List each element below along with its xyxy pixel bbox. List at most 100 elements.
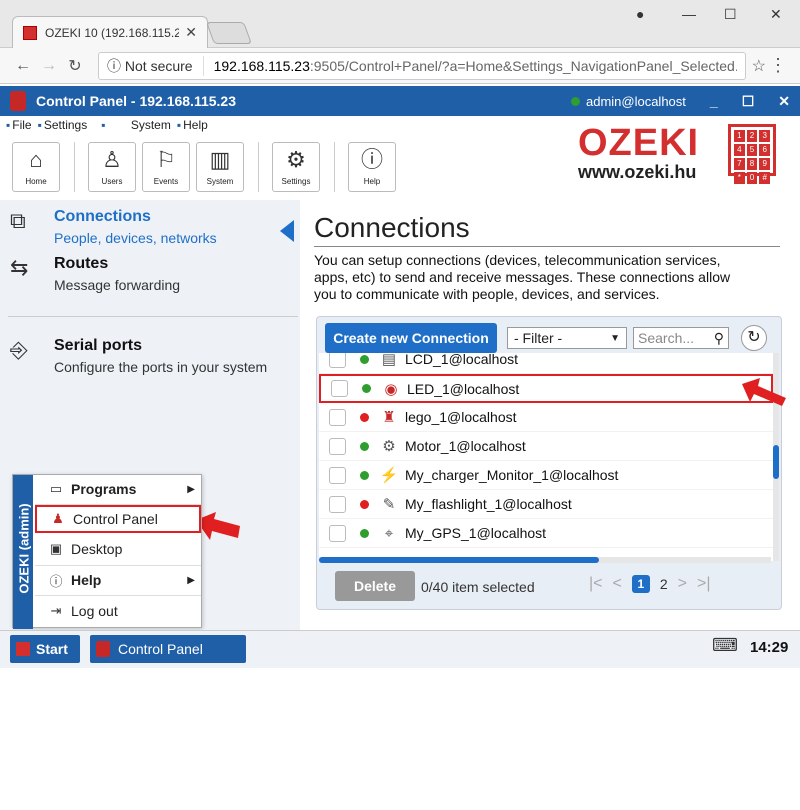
row-checkbox[interactable] [329,524,346,542]
nav-item-connections[interactable]: ⧉ Connections People, devices, networks [10,208,290,252]
not-secure-label[interactable]: ⓘ Not secure [107,55,204,76]
home-button[interactable]: ⌂ Home [12,142,60,192]
keyboard-tray-icon[interactable]: ⌨ [712,635,738,656]
start-menu-logout[interactable]: ⇥ Log out [35,597,201,625]
users-button[interactable]: ♙ Users [88,142,136,192]
keypad-key: 0 [746,172,758,184]
serial-icon: ⎆ [10,337,28,362]
profile-icon[interactable]: ● [636,6,644,22]
next-page-icon[interactable]: > [678,575,687,593]
start-menu-programs[interactable]: ▭ Programs ▶ [35,475,201,503]
page-1-button[interactable]: 1 [631,575,650,593]
search-icon[interactable]: ⚲ [714,330,724,347]
app-minimize-button[interactable]: _ [710,93,718,109]
security-text: Not secure [124,57,193,74]
connection-row[interactable]: ✎ My_flashlight_1@localhost [319,490,773,519]
nav-divider [8,316,298,317]
help-label: Help [363,177,381,186]
menu-file[interactable]: ▪ File [6,118,32,136]
browser-tab[interactable]: OZEKI 10 (192.168.115.23 ✕ [12,16,208,48]
info-icon: ⓘ [360,147,383,172]
toolbar: ⌂ Home ♙ Users ⚐ Events ▥ System ⚙ Settings ⓘ… [0,138,560,196]
menu-help-label: Help [183,118,208,132]
forward-icon[interactable]: → [36,57,62,75]
connection-name[interactable]: My_flashlight_1@localhost [405,496,572,512]
help-icon: ⓘ [49,573,63,589]
filter-value: - Filter - [514,330,563,346]
row-checkbox[interactable] [329,408,346,426]
bookmark-star-icon[interactable]: ☆ [752,56,766,76]
settings-button[interactable]: ⚙ Settings [272,142,320,192]
connection-row[interactable]: ♜ lego_1@localhost [319,403,773,432]
app-close-button[interactable]: ✕ [778,93,790,110]
page-2-button[interactable]: 2 [660,576,668,592]
connection-name[interactable]: My_charger_Monitor_1@localhost [405,467,618,483]
row-checkbox[interactable] [329,353,346,368]
connection-row[interactable]: ▤ LCD_1@localhost [319,353,773,374]
events-button[interactable]: ⚐ Events [142,142,190,192]
toolbar-separator [334,142,335,192]
delete-button[interactable]: Delete [335,571,415,601]
connection-name[interactable]: LED_1@localhost [407,381,519,397]
lcd-icon: ▤ [381,353,397,368]
filter-select[interactable]: - Filter - ▼ [507,327,627,349]
close-window-button[interactable]: ✕ [770,6,782,23]
minimize-window-button[interactable]: — [682,6,696,22]
logout-icon: ⇥ [50,603,62,618]
last-page-icon[interactable]: >| [697,575,711,593]
vertical-scroll-thumb[interactable] [773,445,779,479]
menu-system[interactable]: ▪ System [101,118,171,136]
led-icon: ◉ [384,380,398,398]
start-menu-help[interactable]: ⓘ Help ▶ [35,566,201,594]
connection-name[interactable]: lego_1@localhost [405,409,517,425]
connection-name[interactable]: My_GPS_1@localhost [405,525,546,541]
app-maximize-button[interactable]: ☐ [742,93,755,110]
horizontal-scrollbar[interactable] [319,557,771,563]
new-tab-button[interactable] [205,22,253,44]
menu-help[interactable]: ▪ Help [177,118,208,136]
maximize-window-button[interactable]: ☐ [724,6,737,23]
connection-row[interactable]: ⌖ My_GPS_1@localhost [319,519,773,548]
keypad-key: 5 [746,144,758,156]
connection-name[interactable]: Motor_1@localhost [405,438,526,454]
system-label: System [206,177,234,186]
close-tab-icon[interactable]: ✕ [185,24,197,41]
url-field[interactable]: ⓘ Not secure 192.168.115.23:9505/Control… [98,51,746,80]
row-checkbox[interactable] [331,380,348,397]
help-button[interactable]: ⓘ Help [348,142,396,192]
start-menu-desktop[interactable]: ▣ Desktop [35,535,201,563]
horizontal-scroll-thumb[interactable] [319,557,599,563]
nav-item-serial-ports[interactable]: ⎆ Serial ports Configure the ports in yo… [10,337,290,381]
browser-menu-icon[interactable]: ⋮ [766,55,790,76]
reload-icon[interactable]: ↻ [62,56,88,76]
nav-item-routes[interactable]: ⇆ Routes Message forwarding [10,255,290,299]
row-checkbox[interactable] [329,466,346,484]
toolbar-separator [258,142,259,192]
pagination: |< < 1 2 > >| [589,575,710,593]
clock: 14:29 [750,639,789,656]
red-pointer-arrow-icon [742,378,786,406]
menu-file-label: File [12,118,32,132]
row-checkbox[interactable] [329,437,346,455]
first-page-icon[interactable]: |< [589,575,603,593]
system-button[interactable]: ▥ System [196,142,244,192]
prev-page-icon[interactable]: < [613,575,622,593]
search-input[interactable]: Search... ⚲ [633,327,729,349]
connection-row[interactable]: ⚡ My_charger_Monitor_1@localhost [319,461,773,490]
url-path: :9505/Control+Panel/?a=Home&Settings_Nav… [309,57,737,74]
create-connection-button[interactable]: Create new Connection [325,323,497,353]
connection-row-highlighted[interactable]: ◉ LED_1@localhost [319,374,773,403]
menu-settings[interactable]: ▪ Settings [38,118,88,136]
connections-panel-box: Create new Connection - Filter - ▼ Searc… [316,316,782,610]
row-checkbox[interactable] [329,495,346,513]
taskbar-control-panel[interactable]: Control Panel [90,635,246,663]
control-panel-icon [96,641,110,657]
start-button[interactable]: Start [10,635,80,663]
ozeki-favicon-icon [23,25,37,40]
connection-name[interactable]: LCD_1@localhost [405,353,518,367]
url-text: 192.168.115.23:9505/Control+Panel/?a=Hom… [214,58,737,74]
connection-row[interactable]: ⚙ Motor_1@localhost [319,432,773,461]
back-icon[interactable]: ← [10,57,36,75]
start-menu-control-panel[interactable]: ♟ Control Panel [35,505,201,533]
refresh-button[interactable]: ↻ [741,325,767,351]
